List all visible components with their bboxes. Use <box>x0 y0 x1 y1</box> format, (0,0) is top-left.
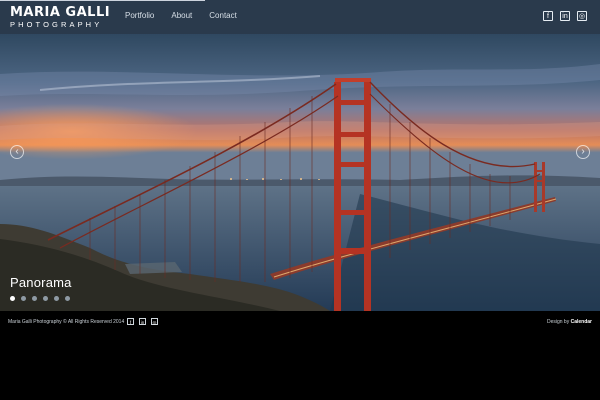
facebook-icon[interactable]: f <box>543 11 553 21</box>
logo[interactable]: MARIA GALLI PHOTOGRAPHY <box>10 6 110 30</box>
pagination-dot[interactable] <box>21 296 26 301</box>
slide-pagination <box>10 296 70 301</box>
design-prefix: Design by <box>546 319 570 325</box>
site-header: MARIA GALLI PHOTOGRAPHY Portfolio About … <box>0 0 600 34</box>
nav-portfolio[interactable]: Portfolio <box>125 11 154 21</box>
design-by-link[interactable]: Calendar <box>571 319 592 325</box>
header-top-line <box>0 0 205 1</box>
prev-slide-button[interactable]: ‹ <box>10 145 24 159</box>
site-footer: Maria Galli Photography © All Rights Res… <box>0 311 600 400</box>
header-social: f in ◎ <box>543 11 587 21</box>
logo-name: MARIA GALLI <box>10 5 111 20</box>
footer-copyright: Maria Galli Photography © All Rights Res… <box>8 319 125 325</box>
instagram-icon[interactable]: ◎ <box>151 318 158 325</box>
pagination-dot[interactable] <box>65 296 70 301</box>
pagination-dot[interactable] <box>43 296 48 301</box>
footer-social: f in ◎ <box>127 318 158 325</box>
slide-caption: Panorama <box>10 275 72 290</box>
pagination-dot[interactable] <box>10 296 15 301</box>
footer-credit: Design by Calendar <box>547 319 592 325</box>
hero-photo <box>0 34 600 311</box>
hero-slider: ‹ › Panorama <box>0 34 600 311</box>
linkedin-icon[interactable]: in <box>560 11 570 21</box>
nav-about[interactable]: About <box>171 11 192 21</box>
logo-subtitle: PHOTOGRAPHY <box>10 20 103 29</box>
pagination-dot[interactable] <box>32 296 37 301</box>
nav-contact[interactable]: Contact <box>209 11 237 21</box>
instagram-icon[interactable]: ◎ <box>577 11 587 21</box>
facebook-icon[interactable]: f <box>127 318 134 325</box>
linkedin-icon[interactable]: in <box>139 318 146 325</box>
next-slide-button[interactable]: › <box>576 145 590 159</box>
main-nav: Portfolio About Contact <box>125 11 254 21</box>
pagination-dot[interactable] <box>54 296 59 301</box>
